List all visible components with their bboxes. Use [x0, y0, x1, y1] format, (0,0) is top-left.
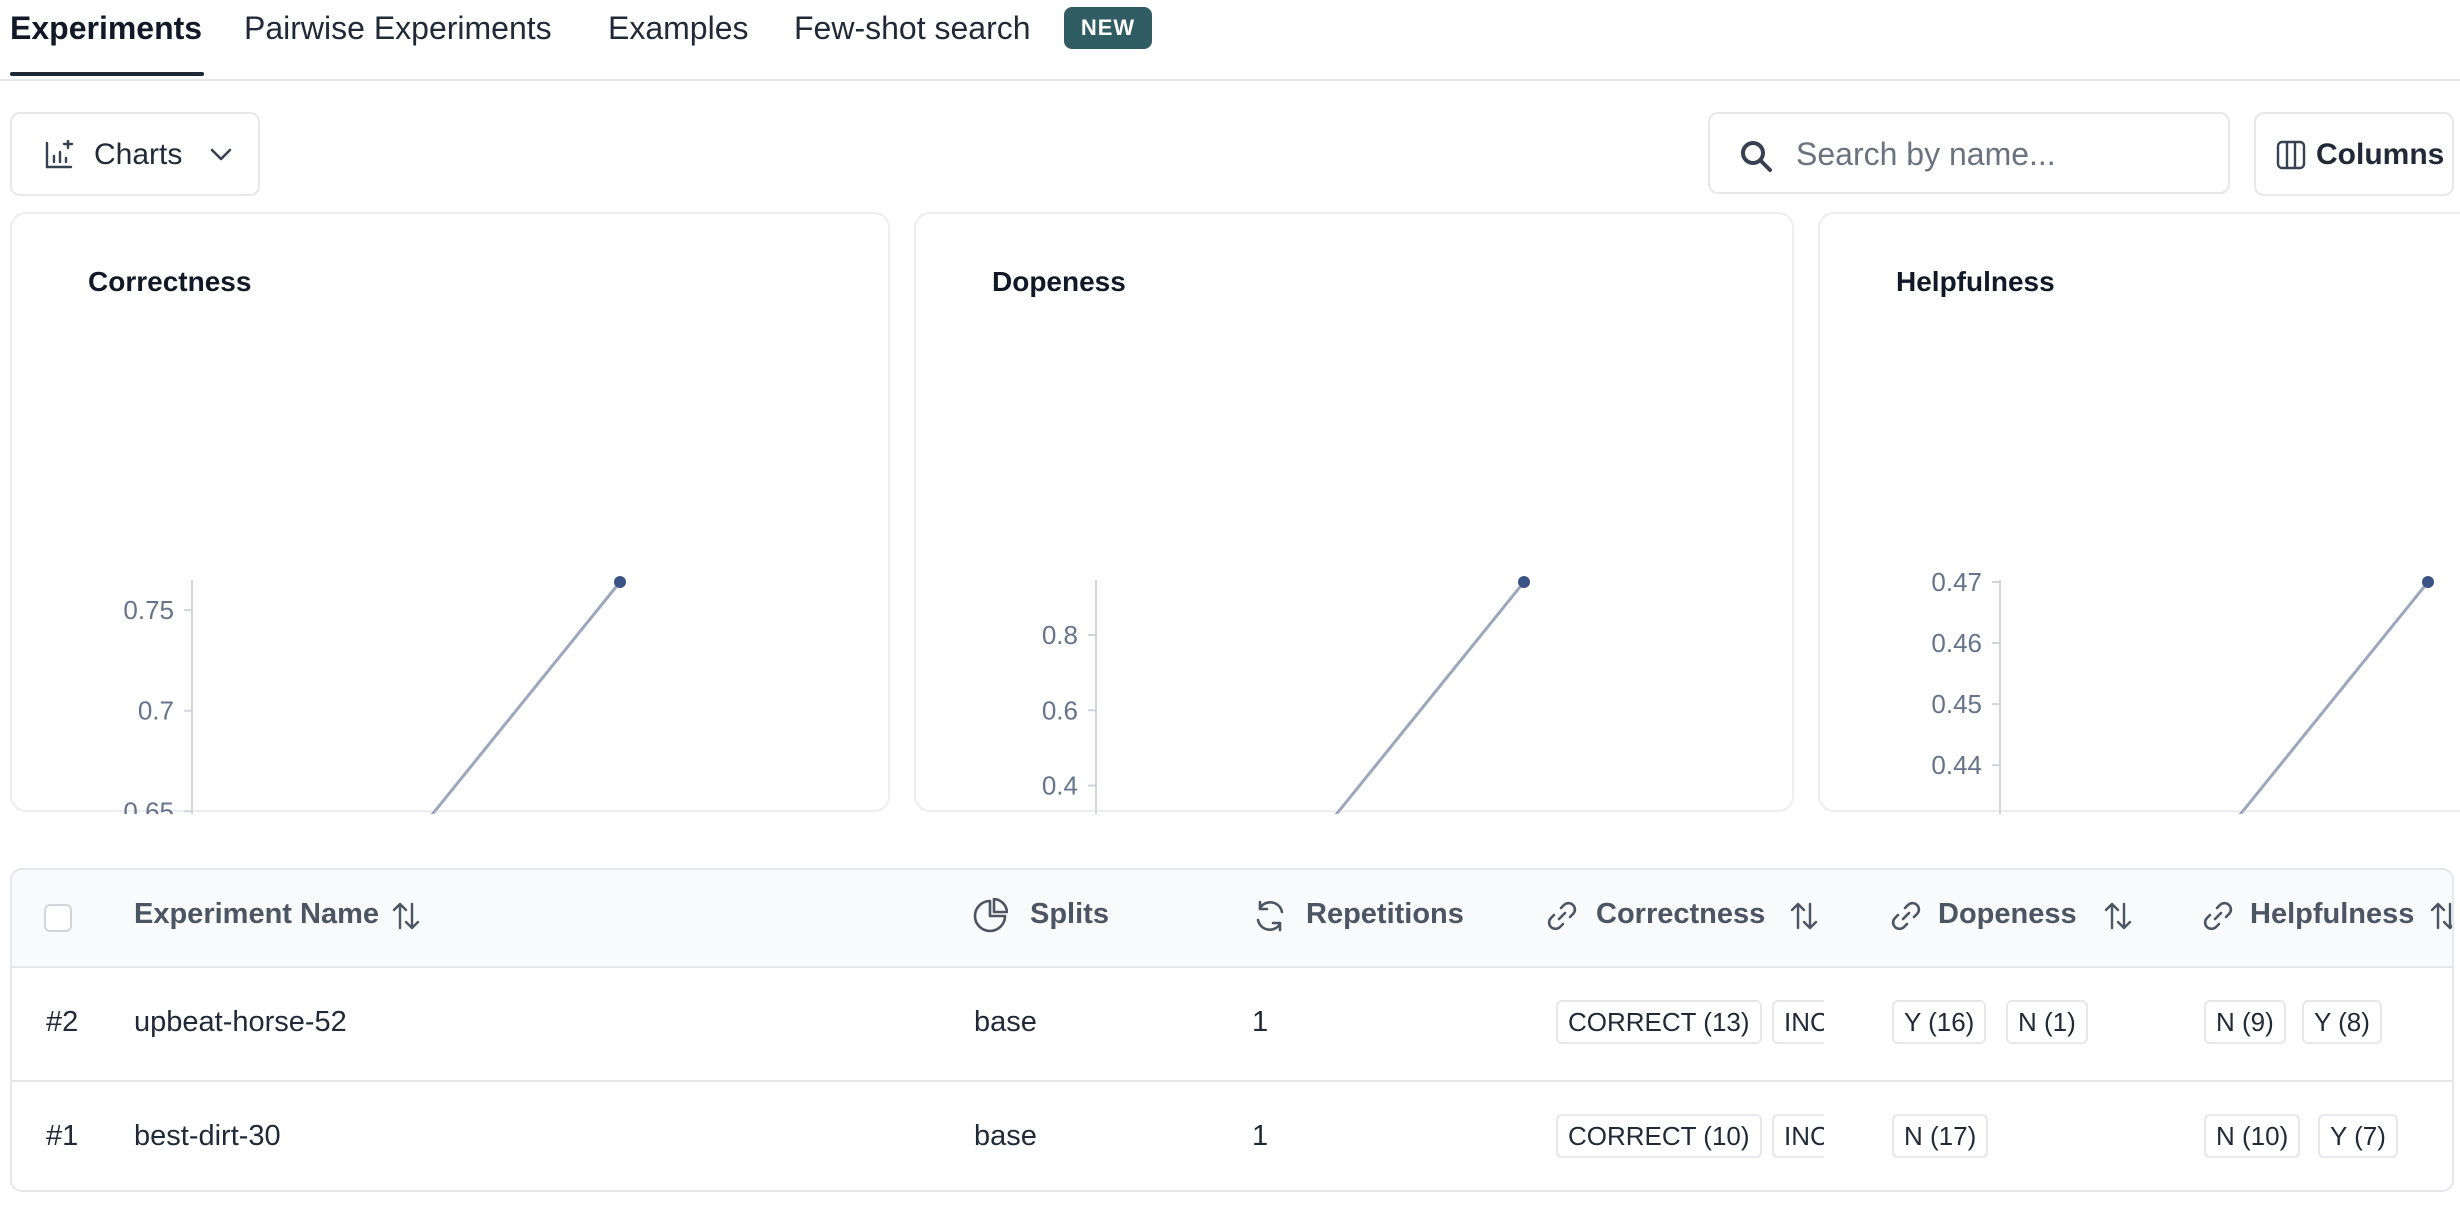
feedback-chip[interactable]: CORRECT (13) [1556, 1000, 1762, 1044]
y-tick-label: 0.8 [1042, 620, 1078, 650]
series-line [430, 581, 622, 814]
helpfulness-chart: 0.420.430.440.450.460.47#1#2 [1931, 567, 2434, 814]
col-correctness[interactable]: Correctness [1596, 898, 1765, 931]
pie-chart-icon [972, 897, 1009, 939]
chart-card-dopeness: Dopeness 00.20.40.60.8#1#2 [914, 212, 1794, 814]
sort-icon[interactable] [1788, 900, 1820, 937]
y-tick-label: 0.4 [1042, 771, 1078, 801]
correctness-chart: 0.60.650.70.75#1#2 [123, 576, 626, 814]
search-box [1708, 112, 2230, 194]
y-tick-label: 0.45 [1931, 689, 1982, 719]
tab-examples[interactable]: Examples [608, 0, 749, 79]
feedback-chip[interactable]: INCORRECT [1772, 1114, 1824, 1158]
tab-few-shot-search[interactable]: Few-shot search [794, 0, 1031, 79]
data-point [2422, 576, 2434, 588]
table-row[interactable]: #2 upbeat-horse-52 base 1 CORRECT (13) I… [12, 968, 2452, 1082]
col-splits: Splits [1030, 898, 1109, 930]
repetitions-value: 1 [1252, 1120, 1269, 1152]
experiment-name[interactable]: best-dirt-30 [134, 1120, 281, 1153]
feedback-chip[interactable]: N (17) [1892, 1114, 1989, 1158]
y-tick-label: 0.43 [1931, 811, 1982, 814]
chevron-down-icon [208, 144, 234, 169]
feedback-chip[interactable]: N (9) [2204, 1000, 2286, 1044]
feedback-chip[interactable]: INCORRECT [1772, 1000, 1824, 1044]
correctness-cell: CORRECT (13) INCORRECT [1546, 968, 1824, 1080]
repeat-icon [1252, 898, 1288, 939]
y-tick-label: 0.46 [1931, 628, 1982, 658]
row-id: #1 [46, 1120, 79, 1152]
col-dopeness[interactable]: Dopeness [1938, 898, 2077, 931]
columns-icon [2276, 140, 2306, 175]
search-input[interactable] [1794, 128, 2218, 180]
y-tick-label: 0.44 [1931, 750, 1982, 780]
columns-button-label: Columns [2316, 138, 2445, 171]
col-experiment-name[interactable]: Experiment Name [134, 898, 379, 931]
feedback-chip[interactable]: CORRECT (10) [1556, 1114, 1762, 1158]
tab-experiments[interactable]: Experiments [10, 0, 202, 79]
sort-icon[interactable] [2428, 900, 2452, 937]
charts-button[interactable]: Charts [10, 112, 260, 196]
new-badge: NEW [1064, 7, 1152, 49]
sort-icon[interactable] [390, 900, 422, 937]
sort-icon[interactable] [2102, 900, 2134, 937]
active-tab-indicator [10, 72, 204, 76]
feedback-chip[interactable]: N (1) [2006, 1000, 2088, 1044]
experiments-table: Experiment Name Splits Repetitions Corre… [10, 868, 2454, 1192]
y-tick-label: 0.7 [138, 696, 174, 726]
chart-add-icon [44, 139, 74, 175]
series-line [2238, 581, 2430, 814]
columns-button[interactable]: Columns [2254, 112, 2454, 196]
experiment-name[interactable]: upbeat-horse-52 [134, 1006, 347, 1039]
charts-button-label: Charts [94, 138, 183, 171]
correctness-cell: CORRECT (10) INCORRECT [1546, 1082, 1824, 1190]
repetitions-value: 1 [1252, 1006, 1269, 1038]
chart-card-correctness: Correctness 0.60.650.70.75#1#2 [10, 212, 890, 814]
y-tick-label: 0.75 [123, 595, 174, 625]
dopeness-chart: 00.20.40.60.8#1#2 [1042, 576, 1530, 814]
feedback-chip[interactable]: N (10) [2204, 1114, 2301, 1158]
tab-bar: Experiments Pairwise Experiments Example… [0, 0, 2460, 81]
table-header: Experiment Name Splits Repetitions Corre… [12, 870, 2452, 968]
y-tick-label: 0.65 [123, 796, 174, 814]
data-point [614, 576, 626, 588]
row-id: #2 [46, 1006, 79, 1038]
chart-card-helpfulness: Helpfulness 0.420.430.440.450.460.47#1#2 [1818, 212, 2460, 814]
col-repetitions: Repetitions [1306, 898, 1464, 930]
split-value: base [974, 1120, 1037, 1152]
select-all-checkbox[interactable] [44, 904, 72, 932]
feedback-chip[interactable]: Y (8) [2302, 1000, 2382, 1044]
feedback-chip[interactable]: Y (16) [1892, 1000, 1987, 1044]
link-icon [1890, 900, 1922, 937]
col-helpfulness[interactable]: Helpfulness [2250, 898, 2414, 931]
table-row[interactable]: #1 best-dirt-30 base 1 CORRECT (10) INCO… [12, 1082, 2452, 1190]
feedback-chip[interactable]: Y (7) [2318, 1114, 2398, 1158]
search-icon [1738, 138, 1774, 179]
link-icon [1546, 900, 1578, 937]
y-tick-label: 0.47 [1931, 567, 1982, 597]
data-point [1518, 576, 1530, 588]
split-value: base [974, 1006, 1037, 1038]
link-icon [2202, 900, 2234, 937]
y-tick-label: 0.6 [1042, 695, 1078, 725]
series-line [1334, 581, 1526, 814]
tab-pairwise-experiments[interactable]: Pairwise Experiments [244, 0, 552, 79]
